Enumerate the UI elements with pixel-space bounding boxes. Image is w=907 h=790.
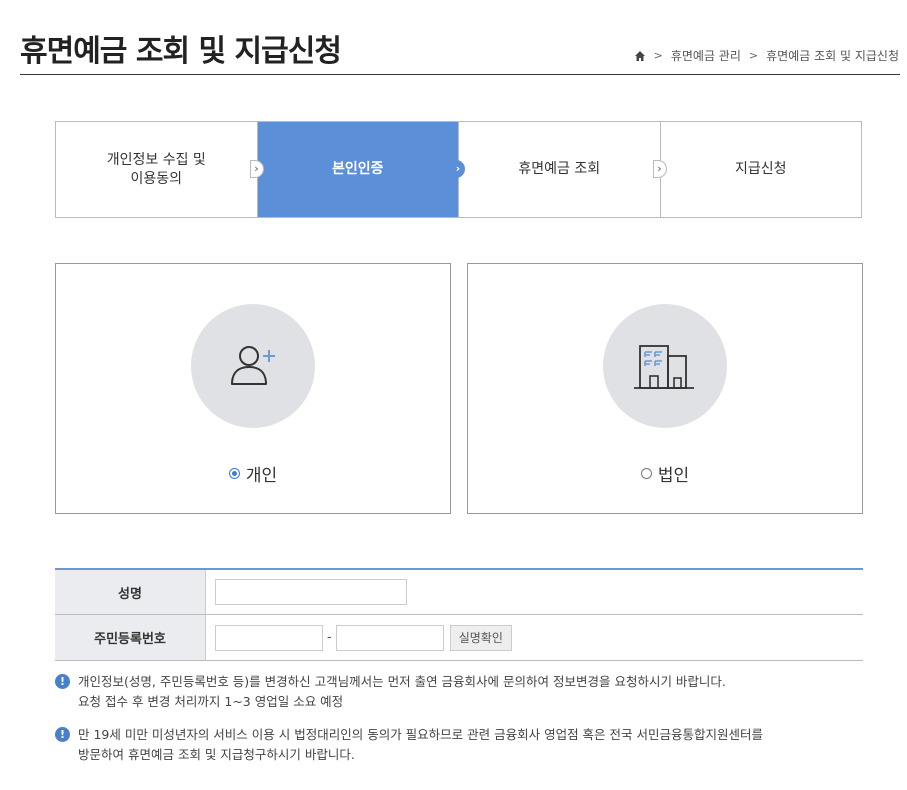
title-divider [20,74,900,75]
step-label: 본인인증 [331,161,384,178]
name-cell [206,570,863,614]
step-indicator: 개인정보 수집 및 이용동의 › 본인인증 › 휴면예금 조회 › 지급신청 [55,121,862,218]
personal-icon-circle [191,304,315,428]
personal-radio-row[interactable]: 개인 [56,461,450,486]
chevron-right-icon: › [652,160,667,178]
rrn-back-input[interactable] [335,624,444,651]
step-label: 지급신청 [734,161,787,178]
form-row-rrn: 주민등록번호 - 실명확인 [55,615,863,661]
breadcrumb-separator: > [748,49,759,62]
breadcrumb-item-current[interactable]: 휴면예금 조회 및 지급신청 [766,47,899,64]
notice-line: 만 19세 미만 미성년자의 서비스 이용 시 법정대리인의 동의가 필요하므로… [78,727,764,742]
corporate-radio-label[interactable]: 법인 [658,461,689,486]
identity-form: 성명 주민등록번호 - 실명확인 [55,568,863,661]
notice-text: 만 19세 미만 미성년자의 서비스 이용 시 법정대리인의 동의가 필요하므로… [78,725,763,765]
notice-line: 개인정보(성명, 주민등록번호 등)를 변경하신 고객님께서는 먼저 출연 금융… [78,674,726,689]
form-row-name: 성명 [55,570,863,615]
step-label: 휴면예금 조회 [518,161,601,178]
exclamation-icon: ! [55,727,70,742]
step-consent: 개인정보 수집 및 이용동의 › [56,122,264,217]
rrn-cell: - 실명확인 [206,615,863,660]
step-verification: 본인인증 › [257,122,465,217]
rrn-separator: - [327,630,332,645]
notice-minor: ! 만 19세 미만 미성년자의 서비스 이용 시 법정대리인의 동의가 필요하… [55,725,763,765]
personal-radio[interactable] [228,468,240,479]
exclamation-icon: ! [55,674,70,689]
personal-radio-label[interactable]: 개인 [246,461,277,486]
step-payment-request: 지급신청 [661,122,862,217]
personal-option-card[interactable]: 개인 [55,263,451,514]
page-title: 휴면예금 조회 및 지급신청 [20,34,342,69]
rrn-label: 주민등록번호 [55,615,206,660]
corporate-radio[interactable] [640,468,652,479]
breadcrumb-item[interactable]: 휴면예금 관리 [671,47,741,64]
user-plus-icon [231,346,275,385]
corporate-radio-row[interactable]: 법인 [468,461,862,486]
name-label: 성명 [55,570,206,614]
verify-name-button[interactable]: 실명확인 [449,624,512,651]
breadcrumb: > 휴면예금 관리 > 휴면예금 조회 및 지급신청 [634,47,899,64]
corporate-option-card[interactable]: 법인 [467,263,863,514]
chevron-right-icon: › [249,160,264,178]
breadcrumb-separator: > [653,49,663,62]
home-icon[interactable] [634,50,646,62]
notice-line: 방문하여 휴면예금 조회 및 지급청구하시기 바랍니다. [78,747,355,762]
notice-text: 개인정보(성명, 주민등록번호 등)를 변경하신 고객님께서는 먼저 출연 금융… [78,672,726,712]
step-dormant-lookup: 휴면예금 조회 › [459,122,667,217]
step-label: 개인정보 수집 및 이용동의 [106,151,206,187]
notice-info-change: ! 개인정보(성명, 주민등록번호 등)를 변경하신 고객님께서는 먼저 출연 … [55,672,726,712]
corporate-icon-circle [603,304,727,428]
name-input[interactable] [215,579,407,605]
rrn-front-input[interactable] [215,624,323,651]
notice-line: 요청 접수 후 변경 처리까지 1~3 영업일 소요 예정 [78,694,344,709]
building-icon [634,345,694,389]
